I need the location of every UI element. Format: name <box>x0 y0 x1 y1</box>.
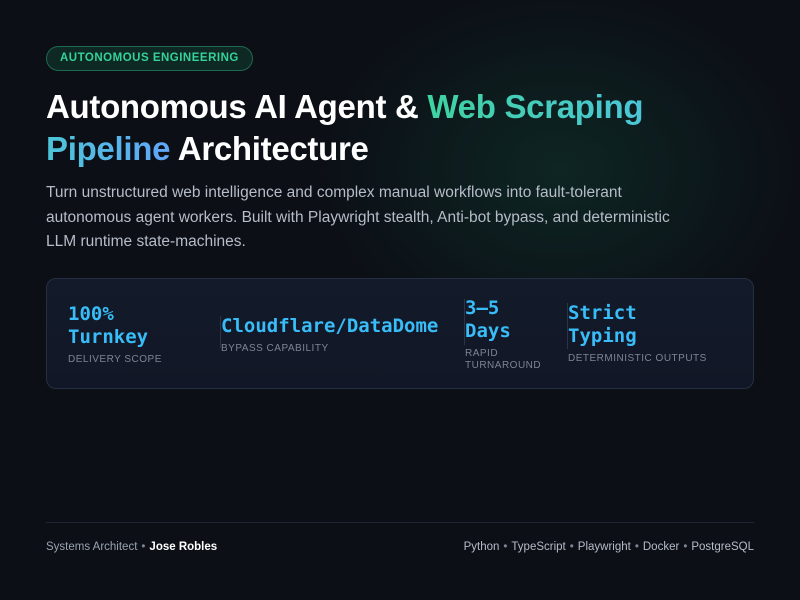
stat-label: RAPID TURNAROUND <box>465 348 542 371</box>
page-title: Autonomous AI Agent & Web Scraping Pipeli… <box>46 86 746 170</box>
tech-item: Python <box>463 541 500 553</box>
stat-value: Strict Typing <box>568 302 637 347</box>
stat-value: 100% Turnkey <box>68 303 149 348</box>
stat-label: DELIVERY SCOPE <box>68 354 162 365</box>
stat-bypass: Cloudflare/DataDome BYPASS CAPABILITY <box>221 315 438 355</box>
separator: • <box>141 541 146 553</box>
separator: • <box>503 541 508 553</box>
stats-panel: 100% Turnkey DELIVERY SCOPE Cloudflare/D… <box>46 278 754 389</box>
stat-delivery: 100% Turnkey DELIVERY SCOPE <box>68 303 162 366</box>
separator: • <box>634 541 639 553</box>
tech-item: TypeScript <box>511 541 566 553</box>
footer-divider <box>46 522 754 523</box>
title-part-2: Architecture <box>170 130 369 167</box>
author-name: Jose Robles <box>149 541 218 553</box>
stat-typing: Strict Typing DETERMINISTIC OUTPUTS <box>568 302 707 365</box>
tech-item: Playwright <box>577 541 631 553</box>
description: Turn unstructured web intelligence and c… <box>46 184 670 250</box>
author-credit: Systems Architect • Jose Robles <box>46 541 217 553</box>
author-role: Systems Architect <box>46 541 138 553</box>
tech-item: Docker <box>642 541 680 553</box>
title-highlight-1: Web Scraping <box>427 88 644 125</box>
title-part-1: Autonomous AI Agent & <box>46 88 428 125</box>
title-highlight-2: Pipeline <box>46 130 171 167</box>
stat-value: 3–5 Days <box>465 297 511 342</box>
stat-label: DETERMINISTIC OUTPUTS <box>568 353 707 364</box>
stat-value: Cloudflare/DataDome <box>221 315 439 337</box>
tech-stack: Python • TypeScript • Playwright • Docker • Post… <box>464 541 754 553</box>
separator: • <box>683 541 688 553</box>
category-badge: AUTONOMOUS ENGINEERING <box>46 46 253 71</box>
stat-label: BYPASS CAPABILITY <box>221 343 329 354</box>
separator: • <box>569 541 574 553</box>
tech-item: PostgreSQL <box>691 541 754 553</box>
stat-turnaround: 3–5 Days RAPID TURNAROUND <box>465 297 541 372</box>
